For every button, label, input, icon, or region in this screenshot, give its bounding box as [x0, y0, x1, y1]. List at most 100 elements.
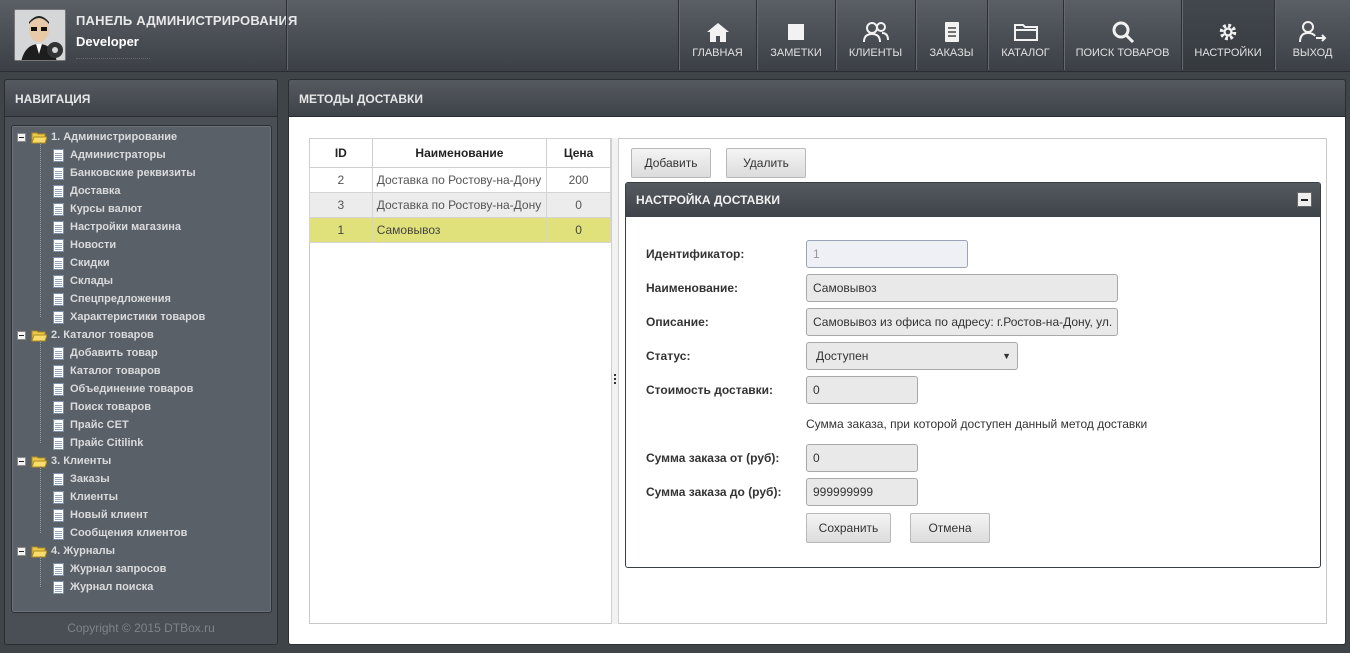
add-button[interactable]: Добавить [631, 148, 711, 178]
menu-product-search-label: ПОИСК ТОВАРОВ [1075, 47, 1170, 59]
table-row-selected[interactable]: 1 Самовывоз 0 [309, 217, 611, 243]
tree-connector-line [40, 466, 41, 533]
name-field[interactable]: Самовывоз [806, 274, 1118, 302]
tree-item-label: Настройки магазина [70, 221, 182, 233]
menu-home[interactable]: ГЛАВНАЯ [678, 0, 756, 70]
tree-item[interactable]: Объединение товаров [53, 380, 193, 398]
folder-open-icon [31, 330, 47, 341]
app-title: ПАНЕЛЬ АДМИНИСТРИРОВАНИЯ [76, 13, 298, 28]
order-sum-to-field[interactable]: 999999999 [806, 478, 918, 506]
save-button[interactable]: Сохранить [806, 513, 891, 543]
tree-item[interactable]: Настройки магазина [53, 218, 181, 236]
description-field[interactable]: Самовывоз из офиса по адресу: г.Ростов-н… [806, 308, 1118, 336]
delete-button[interactable]: Удалить [726, 148, 806, 178]
tree-group-2[interactable]: 2. Каталог товаров [17, 326, 154, 344]
tree-item[interactable]: Прайс СЕТ [53, 416, 129, 434]
document-icon [53, 310, 64, 324]
tree-group-label: 1. Администрирование [51, 131, 178, 143]
tree-item[interactable]: Скидки [53, 254, 109, 272]
cell-id: 3 [309, 192, 373, 218]
menu-product-search[interactable]: ПОИСК ТОВАРОВ [1063, 0, 1181, 70]
tree-item-label: Прайс Citilink [70, 437, 144, 449]
tree-item[interactable]: Новый клиент [53, 506, 148, 524]
tree-item-label: Новый клиент [70, 509, 149, 521]
tree-group-3[interactable]: 3. Клиенты [17, 452, 111, 470]
tree-item-label: Скидки [70, 257, 110, 269]
document-icon [53, 184, 64, 198]
collapse-toggle-icon[interactable] [17, 132, 26, 142]
column-header-price[interactable]: Цена [546, 138, 611, 168]
collapse-toggle-icon[interactable] [17, 330, 26, 340]
tree-item[interactable]: Сообщения клиентов [53, 524, 187, 542]
id-field[interactable]: 1 [806, 240, 968, 268]
tree-item[interactable]: Журнал запросов [53, 560, 166, 578]
tree-item-label: Спецпредложения [70, 293, 171, 305]
collapse-toggle-icon[interactable] [17, 546, 26, 556]
tree-item[interactable]: Заказы [53, 470, 110, 488]
cancel-button[interactable]: Отмена [910, 513, 990, 543]
collapse-toggle-icon[interactable] [17, 456, 26, 466]
tree-item[interactable]: Журнал поиска [53, 578, 153, 596]
tree-group-4[interactable]: 4. Журналы [17, 542, 115, 560]
tree-item[interactable]: Спецпредложения [53, 290, 171, 308]
panel-splitter[interactable] [611, 138, 619, 624]
menu-orders[interactable]: ЗАКАЗЫ [915, 0, 987, 70]
column-header-name[interactable]: Наименование [371, 138, 548, 168]
tree-item[interactable]: Клиенты [53, 488, 118, 506]
tree-connector-line [40, 142, 41, 317]
order-sum-from-label: Сумма заказа от (руб): [646, 451, 780, 465]
folder-open-icon [31, 546, 47, 557]
cell-price: 0 [546, 217, 611, 243]
menu-notes-label: ЗАМЕТКИ [770, 47, 822, 59]
tree-item[interactable]: Курсы валют [53, 200, 142, 218]
menu-clients-label: КЛИЕНТЫ [848, 47, 903, 59]
menu-logout[interactable]: ВЫХОД [1274, 0, 1350, 70]
tree-item[interactable]: Склады [53, 272, 113, 290]
tree-item[interactable]: Поиск товаров [53, 398, 151, 416]
note-icon [788, 24, 804, 40]
menu-notes[interactable]: ЗАМЕТКИ [756, 0, 835, 70]
menu-home-label: ГЛАВНАЯ [692, 47, 743, 59]
header-separator [286, 0, 287, 70]
menu-clients[interactable]: КЛИЕНТЫ [835, 0, 915, 70]
order-sum-from-field[interactable]: 0 [806, 444, 918, 472]
document-icon [53, 274, 64, 288]
tree-item-label: Объединение товаров [70, 383, 194, 395]
tree-item-label: Новости [70, 239, 117, 251]
document-icon [53, 148, 64, 162]
tree-item[interactable]: Прайс Citilink [53, 434, 143, 452]
menu-logout-label: ВЫХОД [1292, 47, 1333, 59]
document-icon [53, 346, 64, 360]
document-icon [53, 202, 64, 216]
tree-item-label: Заказы [70, 473, 110, 485]
table-row[interactable]: 3 Доставка по Ростову-на-Дону 0 [309, 192, 611, 218]
brand-divider [76, 58, 150, 61]
tree-item[interactable]: Характеристики товаров [53, 308, 205, 326]
tree-item-label: Курсы валют [70, 203, 143, 215]
menu-settings[interactable]: НАСТРОЙКИ [1181, 0, 1274, 70]
column-header-id[interactable]: ID [309, 138, 373, 168]
status-select[interactable]: Доступен ▼ [806, 342, 1018, 370]
table-row[interactable]: 2 Доставка по Ростову-на-Дону 200 [309, 167, 611, 193]
delivery-methods-table: ID Наименование Цена 2 Доставка по Росто… [309, 138, 611, 243]
tree-item-label: Журнал поиска [70, 581, 154, 593]
order-sum-hint: Сумма заказа, при которой доступен данны… [806, 417, 1148, 431]
document-icon [53, 472, 64, 486]
document-icon [944, 22, 959, 42]
cost-field[interactable]: 0 [806, 376, 918, 404]
splitter-grip[interactable] [614, 374, 616, 384]
tree-item[interactable]: Добавить товар [53, 344, 158, 362]
tree-group-1[interactable]: 1. Администрирование [17, 128, 177, 146]
tree-item-label: Склады [70, 275, 114, 287]
document-icon [53, 526, 64, 540]
tree-item[interactable]: Администраторы [53, 146, 166, 164]
collapse-icon[interactable] [1297, 192, 1312, 207]
menu-catalog[interactable]: КАТАЛОГ [987, 0, 1063, 70]
tree-item[interactable]: Банковские реквизиты [53, 164, 196, 182]
tree-item-label: Доставка [70, 185, 121, 197]
tree-item[interactable]: Доставка [53, 182, 121, 200]
tree-item[interactable]: Каталог товаров [53, 362, 161, 380]
tree-item[interactable]: Новости [53, 236, 116, 254]
table-header-row: ID Наименование Цена [309, 138, 611, 168]
copyright: Copyright © 2015 DTBox.ru [67, 621, 215, 635]
